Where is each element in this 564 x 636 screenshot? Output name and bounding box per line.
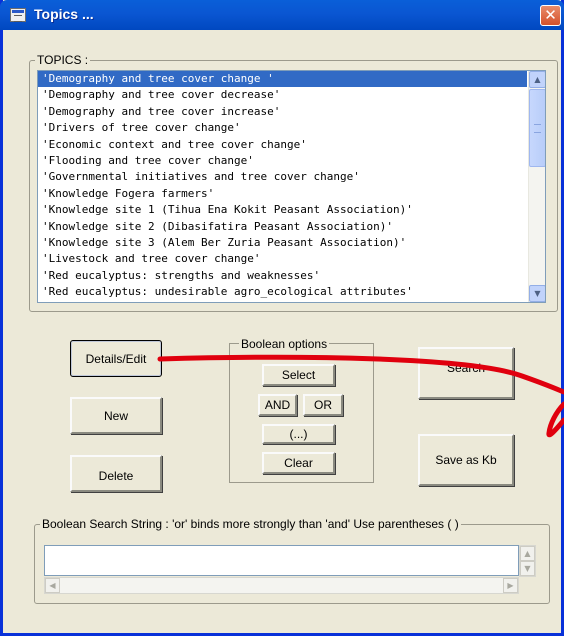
list-item[interactable]: 'Demography and tree cover increase' [38,104,527,120]
search-string-vscroll[interactable]: ▲ ▼ [519,545,536,577]
topics-label: TOPICS : [35,53,91,67]
list-item[interactable]: 'Demography and tree cover decrease' [38,87,527,103]
parentheses-button[interactable]: (...) [262,424,335,444]
search-string-label: Boolean Search String : 'or' binds more … [40,517,461,531]
scroll-left-icon[interactable]: ◀ [45,578,60,593]
list-item[interactable]: 'Livestock and tree cover change' [38,251,527,267]
select-button[interactable]: Select [262,364,335,386]
or-button[interactable]: OR [303,394,343,416]
list-item[interactable]: 'Knowledge site 3 (Alem Ber Zuria Peasan… [38,235,527,251]
list-item[interactable]: 'Drivers of tree cover change' [38,120,527,136]
search-string-field[interactable] [44,545,519,576]
list-item[interactable]: 'Knowledge site 2 (Dibasifatira Peasant … [38,219,527,235]
delete-button[interactable]: Delete [70,455,162,492]
scroll-right-icon[interactable]: ▶ [503,578,518,593]
title-bar[interactable]: Topics ... ✕ [0,0,564,30]
list-item[interactable]: 'Flooding and tree cover change' [38,153,527,169]
window-app-icon [10,8,26,22]
clear-label: Clear [284,456,313,470]
topics-list[interactable]: 'Demography and tree cover change ' 'Demo… [37,70,546,303]
delete-label: Delete [98,468,134,483]
list-item[interactable]: 'Governmental initiatives and tree cover… [38,169,527,185]
details-edit-button[interactable]: Details/Edit [70,340,162,377]
search-button[interactable]: Search [418,347,514,399]
select-label: Select [281,368,316,382]
window-title: Topics ... [34,6,94,22]
topics-window: Topics ... ✕ TOPICS : 'Demography and tr… [0,0,564,636]
save-as-kb-button[interactable]: Save as Kb [418,434,514,486]
list-item[interactable]: 'Knowledge Fogera farmers' [38,186,527,202]
search-string-hscroll[interactable]: ◀ ▶ [44,577,519,594]
topics-list-scrollbar[interactable]: ▲ ▼ [528,71,545,302]
details-edit-label: Details/Edit [85,351,147,366]
new-label: New [103,408,128,423]
and-button[interactable]: AND [258,394,297,416]
save-as-kb-label: Save as Kb [435,453,497,467]
parentheses-label: (...) [289,427,308,441]
and-label: AND [264,398,291,412]
list-item[interactable]: 'Red eucalyptus: strengths and weaknesse… [38,268,527,284]
list-item[interactable]: 'Demography and tree cover change ' [38,71,527,88]
scroll-up-icon[interactable]: ▲ [529,71,545,88]
search-label: Search [446,361,486,375]
scroll-down-icon[interactable]: ▼ [529,285,545,302]
topic-list-items: 'Demography and tree cover change ' 'Demo… [38,71,527,300]
list-item[interactable]: 'Economic context and tree cover change' [38,137,527,153]
scroll-down-icon[interactable]: ▼ [520,561,535,576]
clear-button[interactable]: Clear [262,452,335,474]
boolean-options-label: Boolean options [239,337,330,351]
list-item[interactable]: 'Knowledge site 1 (Tihua Ena Kokit Peasa… [38,202,527,218]
new-button[interactable]: New [70,397,162,434]
list-item[interactable]: 'Red eucalyptus: undesirable agro_ecolog… [38,284,527,300]
close-icon[interactable]: ✕ [540,5,561,26]
scroll-thumb[interactable] [529,89,545,167]
scroll-up-icon[interactable]: ▲ [520,546,535,561]
or-label: OR [314,398,332,412]
